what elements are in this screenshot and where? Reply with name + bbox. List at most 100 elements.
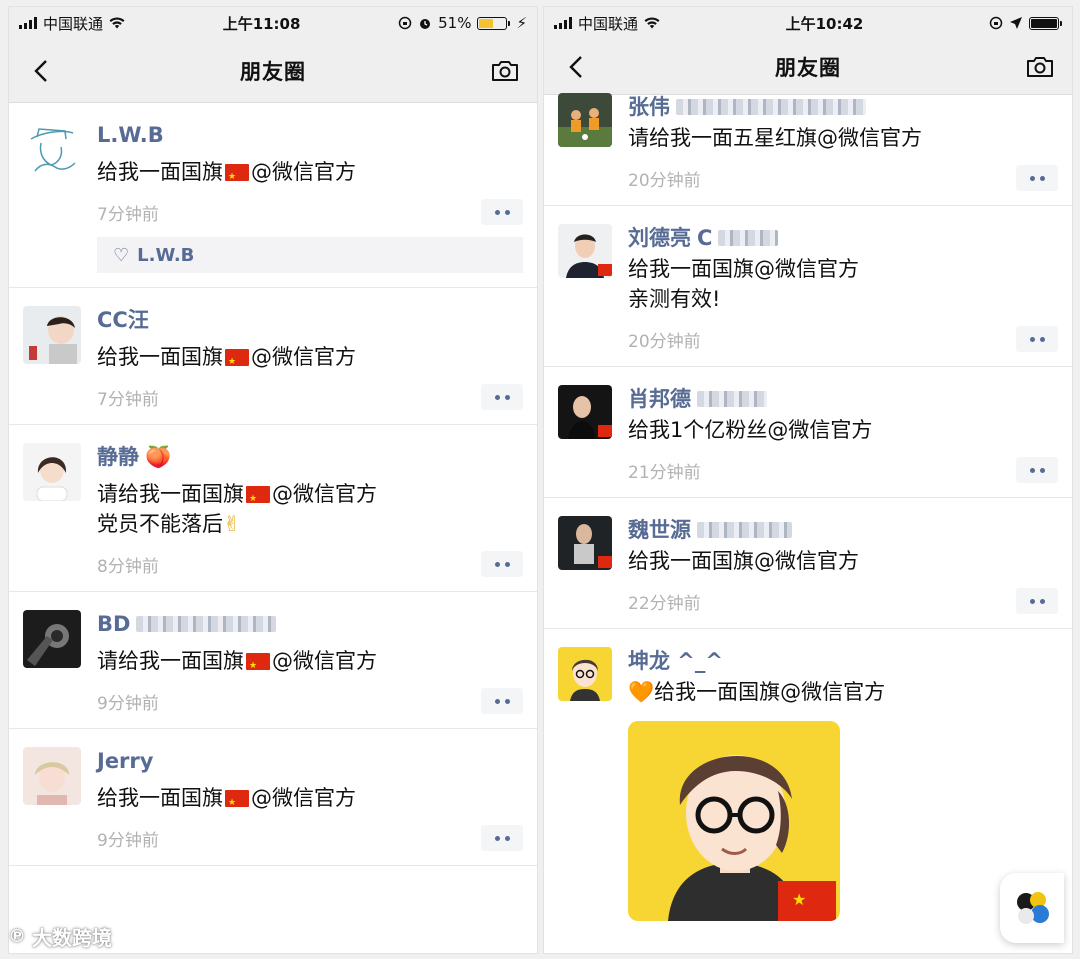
camera-icon[interactable] [489, 55, 521, 87]
rotation-lock-icon [398, 16, 412, 30]
left-phone-screen: 中国联通 上午11:08 51% ⚡ 朋友圈 L.W.B 给我一面国旗@微信官方… [8, 6, 538, 954]
blurred-name [136, 616, 277, 632]
page-title: 朋友圈 [240, 59, 306, 84]
china-flag-icon [246, 651, 270, 681]
post-time: 8分钟前 [97, 556, 159, 577]
post-text: 请给我一面国旗@微信官方 [97, 646, 523, 681]
user-name[interactable]: CC汪 [97, 306, 149, 334]
moment-post: CC汪 给我一面国旗@微信官方 7分钟前 [9, 288, 537, 425]
more-button[interactable] [1016, 588, 1058, 614]
post-text: 请给我一面五星红旗@微信官方 [628, 126, 922, 150]
avatar[interactable] [23, 121, 81, 179]
back-icon[interactable] [560, 51, 592, 83]
avatar[interactable] [23, 306, 81, 364]
user-name[interactable]: 静静 [97, 443, 139, 471]
app-logo-icon [1017, 892, 1049, 924]
status-bar: 中国联通 上午11:08 51% ⚡ [9, 7, 537, 39]
status-bar: 中国联通 上午10:42 [544, 7, 1072, 39]
victory-hand-icon: ✌ [223, 512, 241, 536]
moment-post: 静静🍑 请给我一面国旗@微信官方党员不能落后✌ 8分钟前 [9, 425, 537, 592]
back-icon[interactable] [25, 55, 57, 87]
more-button[interactable] [1016, 165, 1058, 191]
user-name[interactable]: BD [97, 610, 130, 638]
camera-icon[interactable] [1024, 51, 1056, 83]
page-title: 朋友圈 [775, 55, 841, 80]
wifi-icon [109, 17, 125, 29]
more-button[interactable] [481, 688, 523, 714]
location-arrow-icon [1009, 17, 1022, 29]
moments-feed: L.W.B 给我一面国旗@微信官方 7分钟前 ♡ L.W.B CC汪 给我一面国旗… [9, 103, 537, 866]
post-image[interactable]: ★ [628, 721, 840, 921]
post-time: 20分钟前 [628, 170, 701, 191]
avatar[interactable] [558, 93, 612, 147]
nav-bar: 朋友圈 [9, 39, 537, 103]
clock: 上午11:08 [222, 14, 301, 33]
post-time: 9分钟前 [97, 693, 159, 714]
post-text: 给我一面国旗@微信官方 亲测有效! [628, 257, 859, 311]
post-time: 22分钟前 [628, 593, 701, 614]
more-button[interactable] [481, 384, 523, 410]
blurred-name [697, 391, 767, 407]
user-name[interactable]: 坤龙 ^_^ [628, 647, 723, 675]
more-button[interactable] [1016, 457, 1058, 483]
charging-icon: ⚡ [516, 14, 527, 32]
signal-icon [554, 17, 572, 29]
liker-name[interactable]: L.W.B [137, 245, 194, 266]
post-text: 给我一面国旗@微信官方 [97, 157, 523, 192]
signal-icon [19, 17, 37, 29]
user-name[interactable]: L.W.B [97, 121, 164, 149]
avatar[interactable] [558, 224, 612, 278]
user-name[interactable]: Jerry [97, 747, 153, 775]
floating-action-button[interactable] [1000, 873, 1064, 943]
moment-post: 刘德亮 C 给我一面国旗@微信官方 亲测有效! 20分钟前 [544, 206, 1072, 367]
watermark: ℗ 大数跨境 [8, 926, 112, 950]
rotation-lock-icon [989, 16, 1003, 30]
moments-feed: 张伟 请给我一面五星红旗@微信官方 20分钟前 刘德亮 C 给我一面国旗@微信官方… [544, 87, 1072, 935]
alarm-icon [420, 19, 431, 29]
avatar[interactable] [23, 747, 81, 805]
wifi-icon [644, 17, 660, 29]
blurred-name [718, 230, 779, 246]
post-time: 9分钟前 [97, 830, 159, 851]
more-button[interactable] [481, 199, 523, 225]
battery-icon [1028, 16, 1062, 30]
more-button[interactable] [481, 551, 523, 577]
battery-icon [477, 16, 511, 30]
post-time: 20分钟前 [628, 331, 701, 352]
moment-post: 张伟 请给我一面五星红旗@微信官方 20分钟前 [544, 87, 1072, 206]
svg-text:★: ★ [792, 890, 806, 909]
user-name[interactable]: 魏世源 [628, 516, 691, 544]
moment-post: 坤龙 ^_^ 🧡给我一面国旗@微信官方 ★ [544, 629, 1072, 935]
moment-post: L.W.B 给我一面国旗@微信官方 7分钟前 ♡ L.W.B [9, 103, 537, 288]
post-text: 给我1个亿粉丝@微信官方 [628, 418, 873, 442]
post-text: 给我一面国旗@微信官方 [628, 549, 859, 573]
clock: 上午10:42 [785, 14, 864, 33]
post-text: 请给我一面国旗@微信官方党员不能落后✌ [97, 479, 523, 539]
peach-emoji-icon: 🍑 [145, 445, 172, 469]
more-button[interactable] [1016, 326, 1058, 352]
avatar[interactable] [558, 385, 612, 439]
user-name[interactable]: 刘德亮 [628, 224, 691, 252]
moment-post: 肖邦德 给我1个亿粉丝@微信官方 21分钟前 [544, 367, 1072, 498]
more-button[interactable] [481, 825, 523, 851]
battery-percent: 51% [438, 14, 472, 32]
avatar[interactable] [23, 443, 81, 501]
blurred-name [697, 522, 792, 538]
user-name[interactable]: 张伟 [628, 93, 670, 121]
post-time: 21分钟前 [628, 462, 701, 483]
user-name[interactable]: 肖邦德 [628, 385, 691, 413]
watermark-logo-icon: ℗ [8, 926, 26, 947]
right-phone-screen: 中国联通 上午10:42 朋友圈 张伟 请给我一面五星红旗@微信官方 20分钟前 [543, 6, 1073, 954]
post-text: 给我一面国旗@微信官方 [97, 783, 523, 818]
carrier-label: 中国联通 [43, 14, 104, 33]
post-time: 7分钟前 [97, 389, 159, 410]
avatar[interactable] [558, 516, 612, 570]
post-text: 🧡给我一面国旗@微信官方 [628, 680, 886, 704]
carrier-label: 中国联通 [578, 14, 639, 33]
post-time: 7分钟前 [97, 204, 159, 225]
avatar[interactable] [23, 610, 81, 668]
china-flag-icon [225, 347, 249, 377]
moment-post: BD 请给我一面国旗@微信官方 9分钟前 [9, 592, 537, 729]
avatar[interactable] [558, 647, 612, 701]
blurred-name [676, 99, 866, 115]
